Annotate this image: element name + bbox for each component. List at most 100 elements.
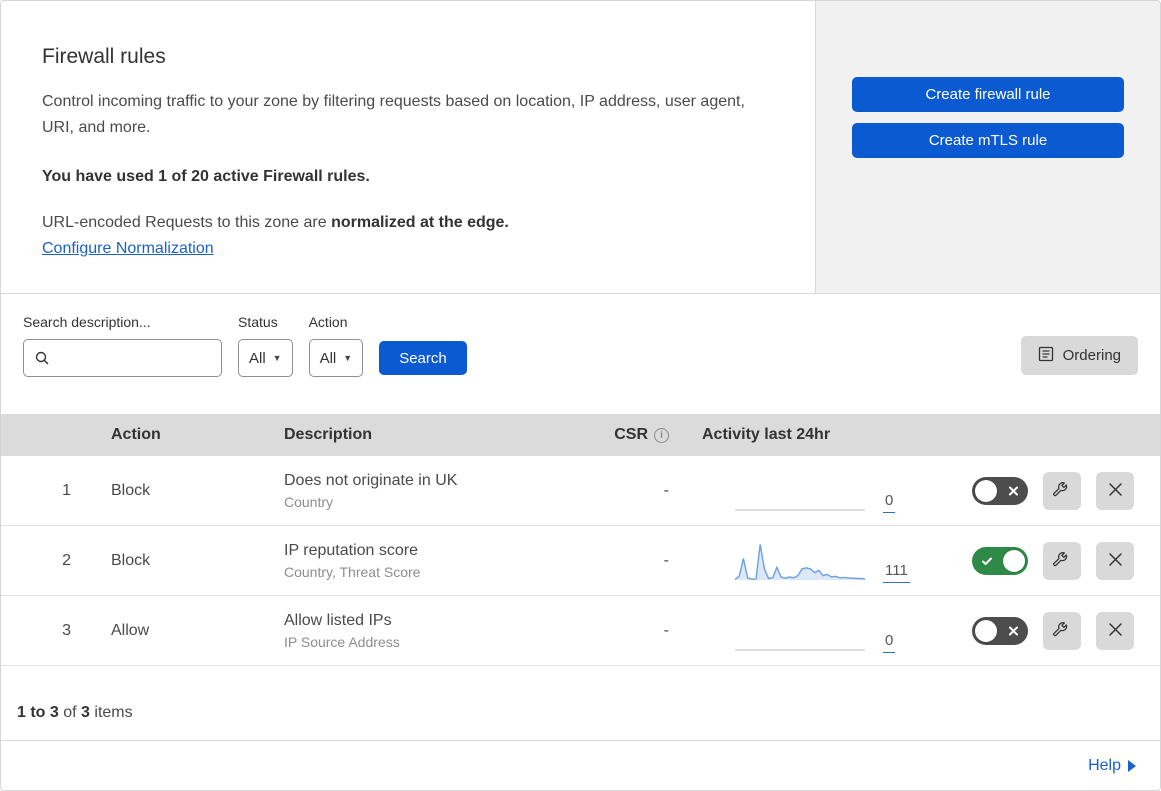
close-icon — [1108, 622, 1123, 640]
activity-sparkline — [735, 543, 865, 580]
normalization-prefix: URL-encoded Requests to this zone are — [42, 213, 332, 231]
search-button[interactable]: Search — [379, 341, 467, 375]
rule-enabled-toggle[interactable] — [972, 546, 1028, 575]
create-firewall-rule-button[interactable]: Create firewall rule — [852, 77, 1124, 112]
search-input[interactable] — [23, 339, 222, 377]
pagination-of: of — [63, 704, 77, 721]
ordering-button[interactable]: Ordering — [1020, 336, 1138, 375]
rule-description-cell: Does not originate in UK Country — [284, 472, 570, 510]
table-footer: 1 to 3 of 3 items — [1, 666, 1160, 741]
help-link[interactable]: Help — [1088, 757, 1136, 775]
toggle-knob — [1003, 549, 1025, 572]
rule-action: Block — [111, 551, 151, 569]
rule-description-cell: IP reputation score Country, Threat Scor… — [284, 542, 570, 580]
rule-csr: - — [663, 481, 669, 499]
csr-header-label: CSR — [614, 426, 648, 443]
page-description: Control incoming traffic to your zone by… — [42, 93, 745, 137]
wrench-icon — [1052, 619, 1072, 642]
actions-panel: Create firewall rule Create mTLS rule — [815, 1, 1160, 293]
ordering-button-label: Ordering — [1062, 347, 1121, 364]
pagination-items: items — [94, 704, 133, 721]
normalization-bold: normalized at the edge. — [331, 213, 509, 231]
activity-count-link[interactable]: 0 — [883, 493, 896, 513]
wrench-icon — [1052, 479, 1072, 502]
arrow-right-icon — [1128, 759, 1136, 772]
rule-fields: Country, Threat Score — [284, 563, 421, 580]
search-label: Search description... — [23, 314, 151, 330]
status-select[interactable]: All ▼ — [238, 339, 293, 377]
rule-controls — [930, 611, 1160, 650]
activity-sparkline — [735, 508, 865, 511]
rule-controls — [930, 541, 1160, 580]
intro-text-panel: Firewall rules Control incoming traffic … — [1, 1, 815, 293]
status-select-value: All — [249, 349, 266, 367]
toggle-knob — [975, 479, 997, 502]
edit-rule-button[interactable] — [1043, 471, 1081, 510]
normalization-note: URL-encoded Requests to this zone are no… — [42, 214, 775, 232]
rule-fields: IP Source Address — [284, 633, 400, 650]
intro-section: Firewall rules Control incoming traffic … — [1, 1, 1160, 294]
close-icon — [1108, 482, 1123, 500]
x-icon — [1008, 485, 1019, 496]
rule-csr: - — [663, 551, 669, 569]
info-icon[interactable]: i — [654, 428, 669, 443]
filter-bar: Search description... Status All ▼ Actio… — [1, 294, 1160, 414]
rule-action: Block — [111, 481, 151, 499]
rule-description: Allow listed IPs — [284, 611, 392, 629]
usage-summary: You have used 1 of 20 active Firewall ru… — [42, 167, 370, 185]
help-label: Help — [1088, 756, 1121, 774]
rule-priority: 3 — [62, 621, 71, 639]
status-filter-group: Status All ▼ — [238, 314, 293, 377]
rule-action: Allow — [111, 621, 150, 639]
pagination-range: 1 to 3 — [17, 704, 59, 721]
column-header-csr: CSR i — [570, 426, 675, 444]
pagination-total: 3 — [81, 704, 90, 721]
close-icon — [1108, 552, 1123, 570]
rule-activity-cell: 0 — [675, 469, 930, 513]
page-title: Firewall rules — [42, 45, 166, 68]
table-row: 1 Block Does not originate in UK Country… — [1, 456, 1160, 526]
table-header: Action Description CSR i Activity last 24… — [1, 414, 1160, 456]
column-header-description: Description — [284, 426, 373, 443]
delete-rule-button[interactable] — [1096, 611, 1134, 650]
rule-description: Does not originate in UK — [284, 471, 458, 489]
activity-count-link[interactable]: 111 — [883, 563, 910, 583]
search-group: Search description... — [23, 314, 222, 377]
edit-rule-button[interactable] — [1043, 541, 1081, 580]
chevron-down-icon: ▼ — [272, 353, 282, 363]
chevron-down-icon: ▼ — [343, 353, 353, 363]
rule-enabled-toggle[interactable] — [972, 616, 1028, 645]
rule-csr: - — [663, 621, 669, 639]
rule-fields: Country — [284, 493, 334, 510]
firewall-rules-page: Firewall rules Control incoming traffic … — [0, 0, 1161, 791]
rule-activity-cell: 0 — [675, 609, 930, 653]
x-icon — [1008, 625, 1019, 636]
edit-rule-button[interactable] — [1043, 611, 1081, 650]
help-bar: Help — [1, 741, 1160, 790]
delete-rule-button[interactable] — [1096, 471, 1134, 510]
configure-normalization-link[interactable]: Configure Normalization — [42, 240, 214, 258]
status-label: Status — [238, 314, 278, 330]
check-icon — [981, 555, 993, 567]
pagination-summary: 1 to 3 of 3 items — [17, 704, 133, 722]
activity-sparkline — [735, 648, 865, 651]
action-filter-group: Action All ▼ — [308, 314, 364, 377]
rule-controls — [930, 471, 1160, 510]
wrench-icon — [1052, 549, 1072, 572]
toggle-knob — [975, 619, 997, 642]
action-select[interactable]: All ▼ — [308, 339, 364, 377]
action-label: Action — [308, 314, 348, 330]
create-mtls-rule-button[interactable]: Create mTLS rule — [852, 123, 1124, 158]
rule-activity-cell: 111 — [675, 539, 930, 583]
list-document-icon — [1038, 346, 1054, 366]
rule-enabled-toggle[interactable] — [972, 476, 1028, 505]
rule-description-cell: Allow listed IPs IP Source Address — [284, 612, 570, 650]
activity-count-link[interactable]: 0 — [883, 633, 896, 653]
delete-rule-button[interactable] — [1096, 541, 1134, 580]
rule-priority: 1 — [62, 481, 71, 499]
column-header-action: Action — [111, 426, 161, 443]
rule-description: IP reputation score — [284, 541, 419, 559]
search-icon — [34, 350, 50, 366]
rule-priority: 2 — [62, 551, 71, 569]
table-row: 2 Block IP reputation score Country, Thr… — [1, 526, 1160, 596]
